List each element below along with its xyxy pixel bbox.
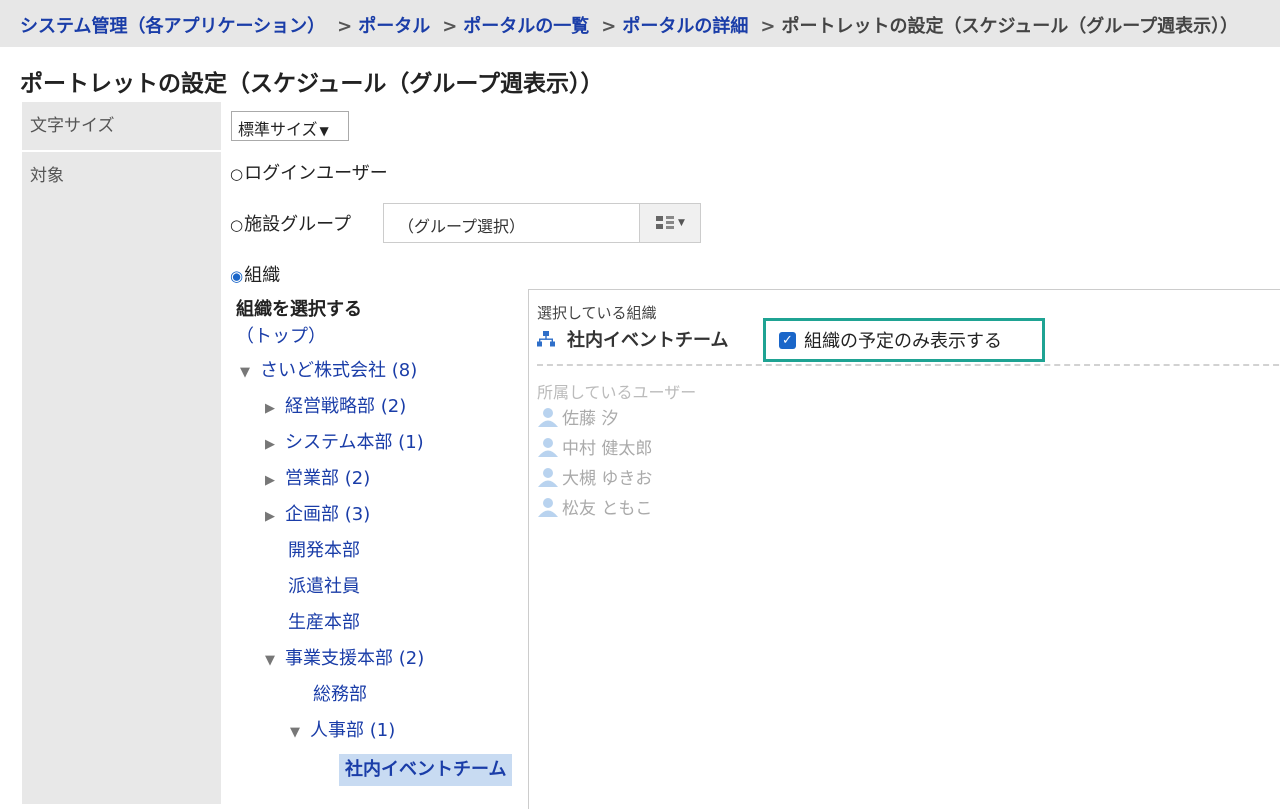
- caret-down-icon: ▼: [678, 218, 685, 228]
- breadcrumb-current: ポートレットの設定（スケジュール（グループ週表示））: [781, 16, 1239, 37]
- tree-item-event-team[interactable]: 社内イベントチーム: [339, 754, 513, 786]
- breadcrumb-system-admin[interactable]: システム管理（各アプリケーション）: [20, 16, 325, 37]
- tree-item-label: 経営戦略部 (2): [285, 396, 407, 417]
- tree-item-sales[interactable]: ▶ 営業部 (2): [265, 463, 370, 495]
- member-item: 松友 ともこ: [537, 494, 652, 519]
- radio-organization-label: 組織: [244, 265, 281, 286]
- breadcrumb-portal[interactable]: ポータル: [358, 16, 430, 37]
- triangle-right-icon: ▶: [265, 509, 275, 524]
- font-size-select[interactable]: 標準サイズ ▼: [231, 111, 349, 141]
- breadcrumb-portal-detail[interactable]: ポータルの詳細: [622, 16, 748, 37]
- radio-unchecked-icon: ○: [230, 216, 244, 234]
- selected-org: 社内イベントチーム: [537, 326, 728, 352]
- user-icon: [538, 467, 558, 487]
- group-select-button[interactable]: ▼: [639, 203, 701, 243]
- member-name: 佐藤 汐: [562, 409, 619, 429]
- members-label: 所属しているユーザー: [537, 383, 697, 402]
- org-tree-panel: 組織を選択する （トップ） ▼ さいど株式会社 (8) ▶ 経営戦略部 (2) ▶ シ…: [231, 289, 529, 809]
- group-select-icon: [656, 216, 675, 229]
- triangle-down-icon: ▼: [240, 365, 250, 380]
- organization-icon: [537, 331, 555, 347]
- tree-item-label: 事業支援本部 (2): [285, 648, 425, 669]
- breadcrumb-portal-list[interactable]: ポータルの一覧: [463, 16, 589, 37]
- radio-organization[interactable]: ◉組織: [230, 261, 280, 287]
- selected-org-label: 選択している組織: [537, 304, 657, 322]
- tree-item-label: 人事部 (1): [310, 720, 396, 741]
- page-title: ポートレットの設定（スケジュール（グループ週表示））: [20, 71, 604, 97]
- triangle-right-icon: ▶: [265, 473, 275, 488]
- tree-item-planning[interactable]: ▶ 企画部 (3): [265, 499, 370, 531]
- tree-item-top[interactable]: （トップ）: [236, 321, 326, 353]
- tree-item-label: 営業部 (2): [285, 468, 371, 489]
- tree-item-label: システム本部 (1): [285, 432, 424, 453]
- tree-item-development[interactable]: 開発本部: [288, 535, 360, 567]
- breadcrumb-separator: >: [601, 16, 617, 37]
- breadcrumb-separator: >: [760, 16, 776, 37]
- radio-login-user-label: ログインユーザー: [244, 163, 388, 184]
- tree-item-label: さいど株式会社 (8): [260, 360, 418, 381]
- group-select-field[interactable]: （グループ選択）: [383, 203, 640, 243]
- member-name: 中村 健太郎: [562, 439, 653, 459]
- tree-item-system[interactable]: ▶ システム本部 (1): [265, 427, 424, 459]
- target-label: 対象: [22, 152, 221, 804]
- font-size-label: 文字サイズ: [22, 102, 221, 150]
- org-tree-heading: 組織を選択する: [236, 299, 362, 320]
- font-size-row: 文字サイズ: [22, 102, 1280, 150]
- tree-item-business-support[interactable]: ▼ 事業支援本部 (2): [265, 643, 424, 675]
- only-org-schedule-option[interactable]: ✓ 組織の予定のみ表示する: [763, 318, 1045, 362]
- only-org-schedule-label: 組織の予定のみ表示する: [804, 331, 1002, 352]
- member-item: 佐藤 汐: [537, 404, 618, 429]
- tree-item-general-affairs[interactable]: 総務部: [313, 679, 367, 711]
- radio-login-user[interactable]: ○ログインユーザー: [230, 159, 388, 185]
- radio-facility-group-label: 施設グループ: [244, 214, 352, 235]
- divider: [537, 364, 1280, 366]
- user-icon: [538, 437, 558, 457]
- selected-org-panel: 選択している組織 社内イベントチーム ✓ 組織の予定のみ表示する 所属しているユ…: [529, 289, 1280, 810]
- font-size-selected: 標準サイズ: [238, 120, 318, 139]
- triangle-right-icon: ▶: [265, 401, 275, 416]
- tree-item-production[interactable]: 生産本部: [288, 607, 360, 639]
- radio-facility-group[interactable]: ○施設グループ: [230, 210, 351, 236]
- checkbox-checked-icon[interactable]: ✓: [779, 331, 796, 349]
- member-item: 大槻 ゆきお: [537, 464, 652, 489]
- tree-item-strategy[interactable]: ▶ 経営戦略部 (2): [265, 391, 406, 423]
- caret-down-icon: ▼: [319, 124, 329, 138]
- tree-item-temp-staff[interactable]: 派遣社員: [288, 571, 360, 603]
- tree-item-saido[interactable]: ▼ さいど株式会社 (8): [240, 355, 417, 387]
- triangle-right-icon: ▶: [265, 437, 275, 452]
- breadcrumb: システム管理（各アプリケーション） > ポータル > ポータルの一覧 > ポータルの詳細 > ポ…: [0, 0, 1280, 47]
- breadcrumb-separator: >: [337, 16, 353, 37]
- user-icon: [538, 497, 558, 517]
- breadcrumb-separator: >: [442, 16, 458, 37]
- radio-checked-icon: ◉: [230, 267, 244, 285]
- selected-org-name: 社内イベントチーム: [567, 330, 729, 351]
- triangle-down-icon: ▼: [290, 725, 300, 740]
- tree-item-hr[interactable]: ▼ 人事部 (1): [290, 715, 395, 747]
- member-item: 中村 健太郎: [537, 434, 652, 459]
- member-name: 松友 ともこ: [562, 499, 653, 519]
- user-icon: [538, 407, 558, 427]
- triangle-down-icon: ▼: [265, 653, 275, 668]
- member-name: 大槻 ゆきお: [562, 469, 653, 489]
- radio-unchecked-icon: ○: [230, 165, 244, 183]
- tree-item-label: 企画部 (3): [285, 504, 371, 525]
